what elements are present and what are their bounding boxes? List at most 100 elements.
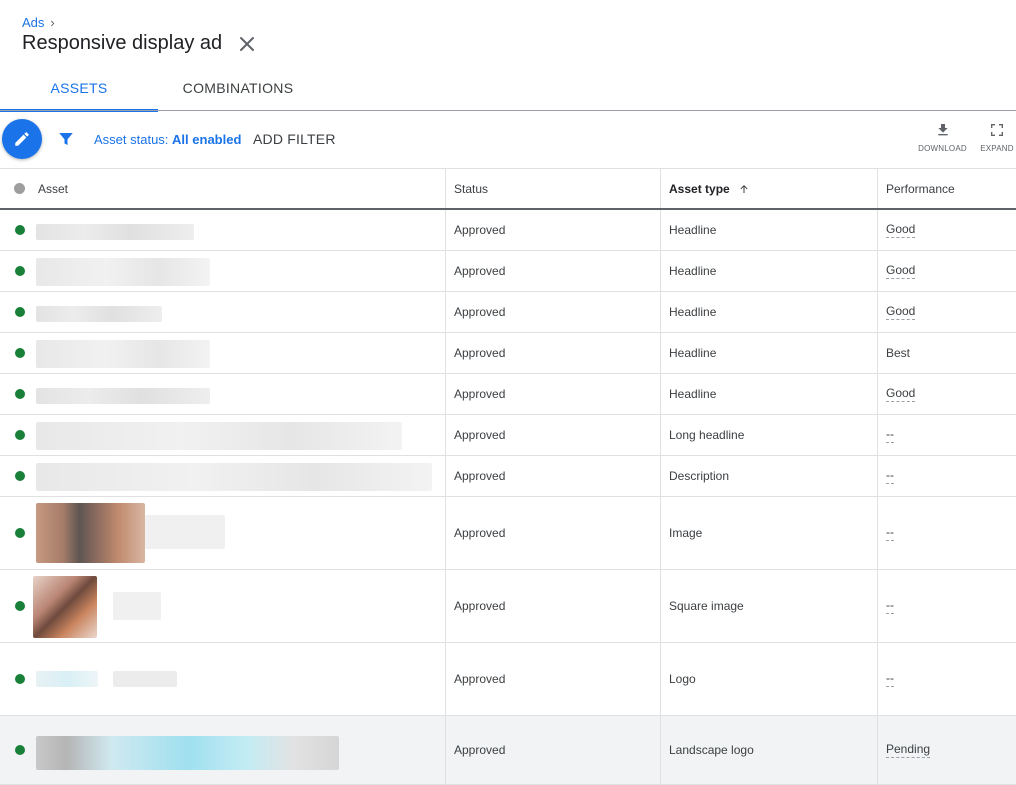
asset-cell <box>0 456 446 496</box>
asset-cell <box>0 716 446 784</box>
asset-type-cell: Headline <box>661 374 878 414</box>
performance-label[interactable]: -- <box>886 525 894 541</box>
download-icon <box>937 124 948 136</box>
asset-type-cell: Headline <box>661 251 878 291</box>
sort-ascending-icon <box>740 184 748 193</box>
status-cell: Approved <box>446 497 661 569</box>
performance-cell: -- <box>878 415 1016 455</box>
image-thumbnail <box>36 503 145 563</box>
asset-type-cell: Image <box>661 497 878 569</box>
download-button[interactable]: DOWNLOAD <box>918 122 967 153</box>
asset-cell <box>0 570 446 642</box>
asset-type-cell: Square image <box>661 570 878 642</box>
status-cell: Approved <box>446 333 661 373</box>
asset-type-cell: Headline <box>661 333 878 373</box>
performance-label[interactable]: Good <box>886 222 916 238</box>
expand-button[interactable]: EXPAND <box>978 122 1016 153</box>
asset-type-cell: Description <box>661 456 878 496</box>
performance-cell: Good <box>878 251 1016 291</box>
landscape-logo-thumbnail <box>36 736 339 770</box>
page-header: Ads › Responsive display ad ASSETS COMBI… <box>0 0 1016 112</box>
square-image-thumbnail <box>33 576 97 638</box>
performance-label[interactable]: -- <box>886 468 894 484</box>
column-header-performance[interactable]: Performance <box>878 169 1016 208</box>
table-row[interactable]: Approved Logo -- <box>0 643 1016 716</box>
table-row[interactable]: Approved Headline Good <box>0 251 1016 292</box>
header-divider <box>0 110 1016 111</box>
status-filter-dot[interactable] <box>14 183 25 194</box>
table-row[interactable]: Approved Square image -- <box>0 570 1016 643</box>
performance-cell: Good <box>878 210 1016 250</box>
status-enabled-dot <box>15 225 25 235</box>
status-enabled-dot <box>15 528 25 538</box>
image-caption-placeholder <box>145 515 225 549</box>
download-label: DOWNLOAD <box>918 144 967 153</box>
performance-cell: -- <box>878 497 1016 569</box>
asset-thumbnail <box>36 258 210 286</box>
status-enabled-dot <box>15 266 25 276</box>
asset-cell <box>0 292 446 332</box>
tab-assets[interactable]: ASSETS <box>0 64 158 112</box>
performance-cell: Pending <box>878 716 1016 784</box>
status-enabled-dot <box>15 430 25 440</box>
status-cell: Approved <box>446 716 661 784</box>
status-cell: Approved <box>446 643 661 715</box>
logo-caption-placeholder <box>113 671 177 687</box>
asset-thumbnail <box>36 340 210 368</box>
column-header-status[interactable]: Status <box>446 169 661 208</box>
breadcrumb-separator: › <box>50 15 55 30</box>
tab-bar: ASSETS COMBINATIONS <box>0 64 1016 112</box>
edit-button[interactable] <box>2 119 42 159</box>
performance-label[interactable]: -- <box>886 427 894 443</box>
asset-thumbnail <box>36 224 194 240</box>
asset-type-cell: Logo <box>661 643 878 715</box>
table-row[interactable]: Approved Headline Good <box>0 210 1016 251</box>
asset-type-cell: Headline <box>661 292 878 332</box>
performance-label: Best <box>886 346 911 360</box>
status-enabled-dot <box>15 745 25 755</box>
column-header-asset-type-label: Asset type <box>669 181 730 196</box>
breadcrumb-link-ads[interactable]: Ads <box>22 15 44 30</box>
column-header-asset-type[interactable]: Asset type <box>661 169 878 208</box>
table-header: Asset Status Asset type Performance <box>0 169 1016 210</box>
asset-type-cell: Headline <box>661 210 878 250</box>
asset-cell <box>0 497 446 569</box>
table-row[interactable]: Approved Description -- <box>0 456 1016 497</box>
status-cell: Approved <box>446 456 661 496</box>
asset-status-label: Asset status: <box>94 132 169 147</box>
table-row[interactable]: Approved Headline Best <box>0 333 1016 374</box>
table-row[interactable]: Approved Headline Good <box>0 292 1016 333</box>
performance-label[interactable]: Pending <box>886 742 931 758</box>
add-filter-button[interactable]: ADD FILTER <box>253 131 336 147</box>
pencil-icon <box>15 132 29 146</box>
asset-cell <box>0 643 446 715</box>
asset-thumbnail <box>36 422 402 450</box>
table-row[interactable]: Approved Landscape logo Pending <box>0 716 1016 785</box>
tab-combinations[interactable]: COMBINATIONS <box>158 64 318 111</box>
performance-label[interactable]: Good <box>886 386 916 402</box>
performance-cell: Good <box>878 374 1016 414</box>
performance-label[interactable]: Good <box>886 304 916 320</box>
table-row[interactable]: Approved Long headline -- <box>0 415 1016 456</box>
asset-cell <box>0 210 446 250</box>
table-row[interactable]: Approved Image -- <box>0 497 1016 570</box>
performance-label[interactable]: Good <box>886 263 916 279</box>
page-title: Responsive display ad <box>22 32 223 54</box>
asset-cell <box>0 251 446 291</box>
asset-cell <box>0 415 446 455</box>
status-cell: Approved <box>446 251 661 291</box>
column-header-asset[interactable]: Asset <box>0 169 446 208</box>
performance-label[interactable]: -- <box>886 598 894 614</box>
asset-type-cell: Landscape logo <box>661 716 878 784</box>
performance-label[interactable]: -- <box>886 671 894 687</box>
close-icon[interactable] <box>236 33 258 55</box>
asset-thumbnail <box>36 463 432 491</box>
column-header-performance-label: Performance <box>886 181 955 196</box>
filter-icon[interactable] <box>57 130 75 148</box>
table-row[interactable]: Approved Headline Good <box>0 374 1016 415</box>
column-header-asset-label: Asset <box>38 181 69 196</box>
asset-cell <box>0 333 446 373</box>
asset-type-cell: Long headline <box>661 415 878 455</box>
performance-cell: -- <box>878 570 1016 642</box>
asset-status-filter[interactable]: Asset status: All enabled <box>94 132 241 147</box>
